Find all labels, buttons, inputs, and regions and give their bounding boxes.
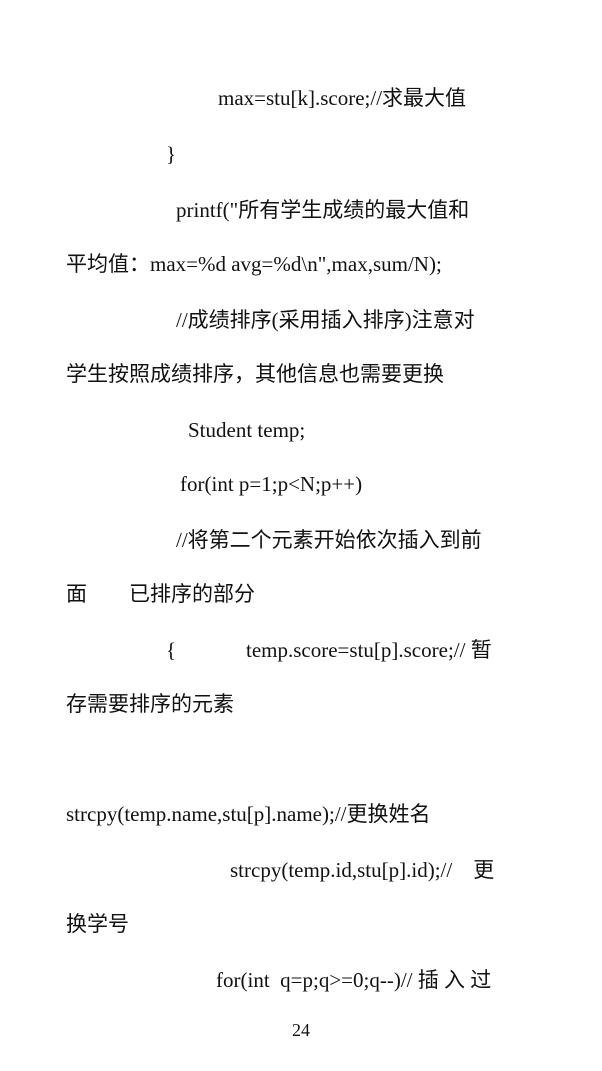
code-line-printf-cont: 平均值：max=%d avg=%d\n",max,sum/N); — [66, 252, 442, 276]
code-line-for-p: for(int p=1;p<N;p++) — [180, 472, 363, 496]
comment-line-temp-store: 存需要排序的元素 — [66, 692, 234, 716]
comment-line-insert: //将第二个元素开始依次插入到前 — [176, 528, 482, 552]
code-line-temp-score: temp.score=stu[p].score;// 暂 — [246, 638, 492, 662]
comment-line-sort: //成绩排序(采用插入排序)注意对 — [176, 308, 475, 332]
comment-line-id-cont: 换学号 — [66, 912, 129, 936]
document-page: max=stu[k].score;//求最大值 } printf("所有学生成绩… — [0, 0, 602, 1071]
comment-line-insert-cont: 面 已排序的部分 — [66, 582, 255, 606]
code-line-printf: printf("所有学生成绩的最大值和 — [176, 198, 470, 222]
code-line-open-brace: { — [166, 638, 177, 662]
page-number: 24 — [292, 1020, 310, 1040]
code-line-strcpy-name: strcpy(temp.name,stu[p].name);//更换姓名 — [66, 802, 431, 826]
code-line-max-assign: max=stu[k].score;//求最大值 — [218, 86, 467, 110]
comment-line-sort-cont: 学生按照成绩排序，其他信息也需要更换 — [66, 362, 444, 386]
code-line-close-brace: } — [166, 142, 177, 166]
code-line-student-temp: Student temp; — [188, 418, 306, 442]
code-line-strcpy-id: strcpy(temp.id,stu[p].id);// 更 — [230, 858, 495, 882]
code-line-for-q: for(int q=p;q>=0;q--)// 插 入 过 — [216, 968, 492, 992]
